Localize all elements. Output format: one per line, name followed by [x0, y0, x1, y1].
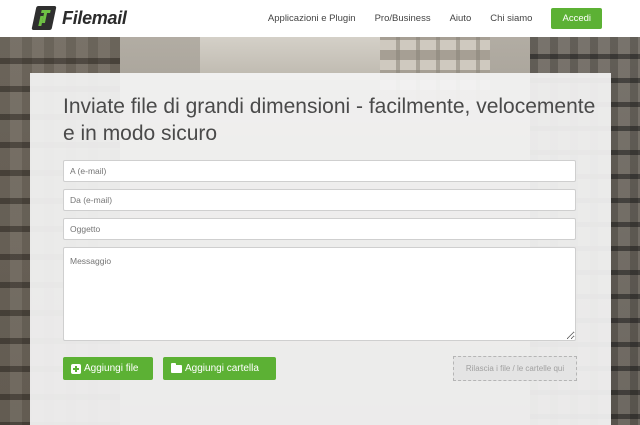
- logo[interactable]: Filemail: [31, 6, 127, 30]
- nav-item-help[interactable]: Aiuto: [450, 13, 472, 24]
- message-textarea[interactable]: [63, 247, 576, 341]
- top-header: Filemail Applicazioni e Plugin Pro/Busin…: [0, 0, 640, 37]
- logo-text: Filemail: [62, 7, 127, 28]
- sender-email-input[interactable]: [63, 189, 576, 211]
- send-form-panel: Inviate file di grandi dimensioni - faci…: [30, 73, 611, 425]
- nav-item-apps-plugins[interactable]: Applicazioni e Plugin: [268, 13, 356, 24]
- file-dropzone[interactable]: Rilascia i file / le cartelle qui: [453, 356, 577, 381]
- nav-item-about[interactable]: Chi siamo: [490, 13, 532, 24]
- add-files-label: Aggiungi file: [84, 363, 139, 374]
- plus-icon: [71, 363, 81, 374]
- main-nav: Applicazioni e Plugin Pro/Business Aiuto…: [268, 0, 640, 37]
- subject-input[interactable]: [63, 218, 576, 240]
- add-folder-label: Aggiungi cartella: [185, 363, 259, 374]
- add-files-button[interactable]: Aggiungi file: [63, 357, 153, 380]
- folder-icon: [171, 363, 182, 373]
- filemail-logo-icon: [31, 6, 57, 30]
- page-headline: Inviate file di grandi dimensioni - faci…: [63, 95, 596, 145]
- login-button[interactable]: Accedi: [551, 8, 602, 29]
- add-folder-button[interactable]: Aggiungi cartella: [163, 357, 276, 380]
- nav-item-pro-business[interactable]: Pro/Business: [375, 13, 431, 24]
- recipient-email-input[interactable]: [63, 160, 576, 182]
